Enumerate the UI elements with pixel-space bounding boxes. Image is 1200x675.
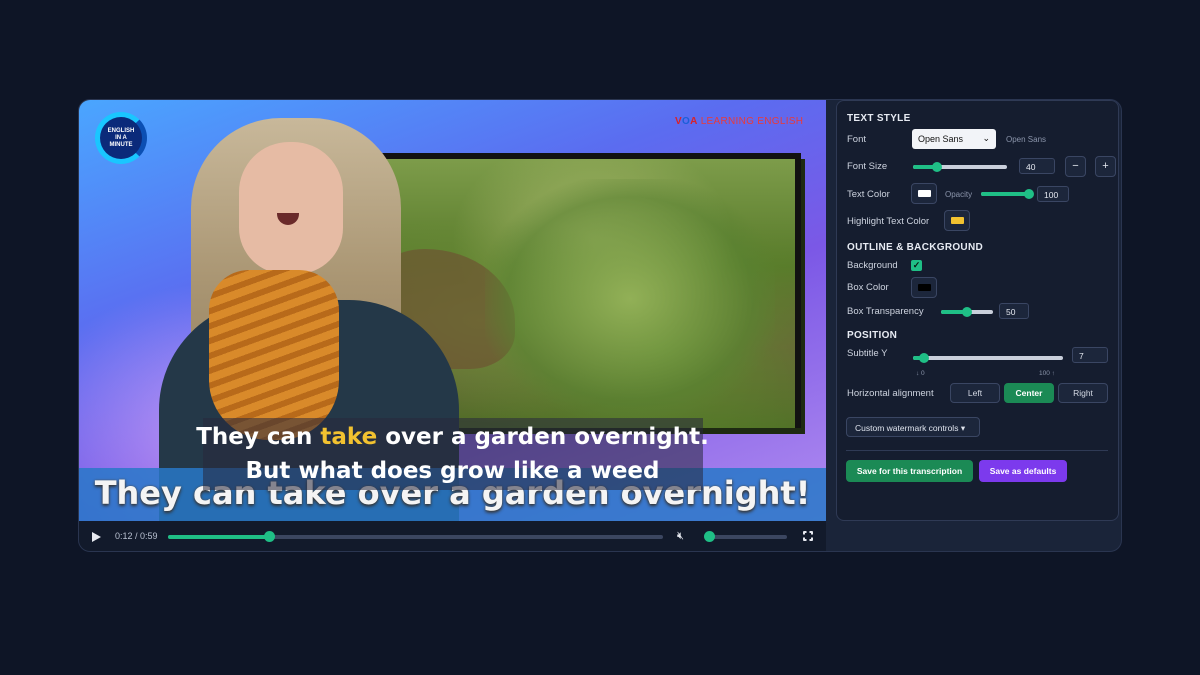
box-transparency-input[interactable]: 50 (999, 303, 1029, 319)
subtitle-line-1[interactable]: They can take over a garden overnight. (79, 424, 826, 450)
font-select[interactable]: Open Sans ⌄ (912, 129, 996, 149)
presenter-scarf (209, 270, 339, 440)
subtitle-y-slider-knob[interactable] (918, 353, 929, 363)
volume-track[interactable] (703, 531, 787, 542)
opacity-slider-knob[interactable] (1024, 189, 1034, 199)
font-size-input[interactable]: 40 (1019, 158, 1055, 174)
play-icon[interactable] (92, 532, 101, 542)
highlight-color-chip (951, 217, 964, 224)
garden-plants (485, 179, 775, 419)
align-right-button[interactable]: Right (1058, 383, 1108, 403)
logo-text: ENGLISH IN A MINUTE (107, 128, 135, 148)
align-center-button[interactable]: Center (1004, 383, 1054, 403)
background-checkbox[interactable]: ✓ (911, 260, 922, 271)
font-preview: Open Sans (1006, 135, 1047, 144)
box-color-swatch[interactable] (911, 277, 937, 298)
subtitle-y-label: Subtitle Y (847, 348, 888, 359)
subtitle-y-slider[interactable] (913, 353, 1063, 363)
outline-background-heading: OUTLINE & BACKGROUND (847, 242, 983, 253)
text-color-swatch[interactable] (911, 183, 937, 204)
text-style-heading: TEXT STYLE (847, 113, 911, 124)
progress-fill (168, 535, 270, 539)
subtitle-y-min-label: ↓ 0 (916, 370, 925, 377)
text-color-label: Text Color (847, 189, 890, 200)
mute-icon[interactable]: 🔇︎ (677, 530, 684, 543)
horizontal-alignment-label: Horizontal alignment (847, 388, 934, 399)
subtitle-y-max-label: 100 ↑ (1039, 370, 1055, 377)
subtitle-editor-app: ENGLISH IN A MINUTE VOA LEARNING ENGLISH… (78, 99, 1122, 552)
volume-knob[interactable] (703, 531, 715, 542)
opacity-label: Opacity (945, 190, 973, 199)
highlight-color-label: Highlight Text Color (847, 216, 930, 227)
player-controls: 0:12 / 0:59 🔇︎ (79, 521, 826, 551)
save-for-transcription-button[interactable]: Save for this transcription (846, 460, 973, 482)
text-color-chip (918, 190, 931, 197)
video-preview[interactable]: ENGLISH IN A MINUTE VOA LEARNING ENGLISH… (79, 100, 826, 521)
subtitle-settings-panel: TEXT STYLE Font Open Sans ⌄ Open Sans Fo… (836, 100, 1119, 521)
fullscreen-icon[interactable] (803, 531, 813, 541)
box-color-label: Box Color (847, 282, 889, 293)
progress-knob[interactable] (263, 531, 275, 542)
box-transparency-label: Box Transparency (847, 306, 924, 317)
save-as-defaults-button[interactable]: Save as defaults (979, 460, 1067, 482)
subtitle-y-input[interactable]: 7 (1072, 347, 1108, 363)
caret-down-icon: ▾ (960, 423, 966, 433)
box-transparency-slider-knob[interactable] (962, 307, 972, 317)
opacity-input[interactable]: 100 (1037, 186, 1069, 202)
time-readout: 0:12 / 0:59 (115, 531, 158, 541)
subtitle-highlight-word: take (320, 424, 378, 450)
panel-divider (846, 450, 1108, 451)
font-size-decrease-button[interactable]: − (1065, 156, 1086, 177)
chevron-down-icon: ⌄ (982, 133, 990, 143)
align-left-button[interactable]: Left (950, 383, 1000, 403)
presenter-face (239, 142, 343, 274)
voa-learning-english-logo: VOA LEARNING ENGLISH (675, 116, 804, 127)
font-size-label: Font Size (847, 161, 888, 172)
opacity-slider-fill (981, 192, 1029, 196)
font-size-slider-knob[interactable] (932, 162, 943, 172)
font-label: Font (847, 134, 867, 145)
background-label: Background (847, 260, 898, 271)
custom-watermark-controls-button[interactable]: Custom watermark controls ▾ (846, 417, 980, 437)
subtitle-line-2[interactable]: But what does grow like a weed (79, 458, 826, 484)
box-color-chip (918, 284, 931, 291)
box-transparency-slider[interactable] (941, 307, 993, 317)
position-heading: POSITION (847, 330, 898, 341)
progress-track[interactable] (168, 531, 663, 542)
font-size-increase-button[interactable]: + (1095, 156, 1116, 177)
opacity-slider[interactable] (981, 189, 1034, 199)
highlight-color-swatch[interactable] (944, 210, 970, 231)
font-size-slider[interactable] (913, 162, 1007, 172)
